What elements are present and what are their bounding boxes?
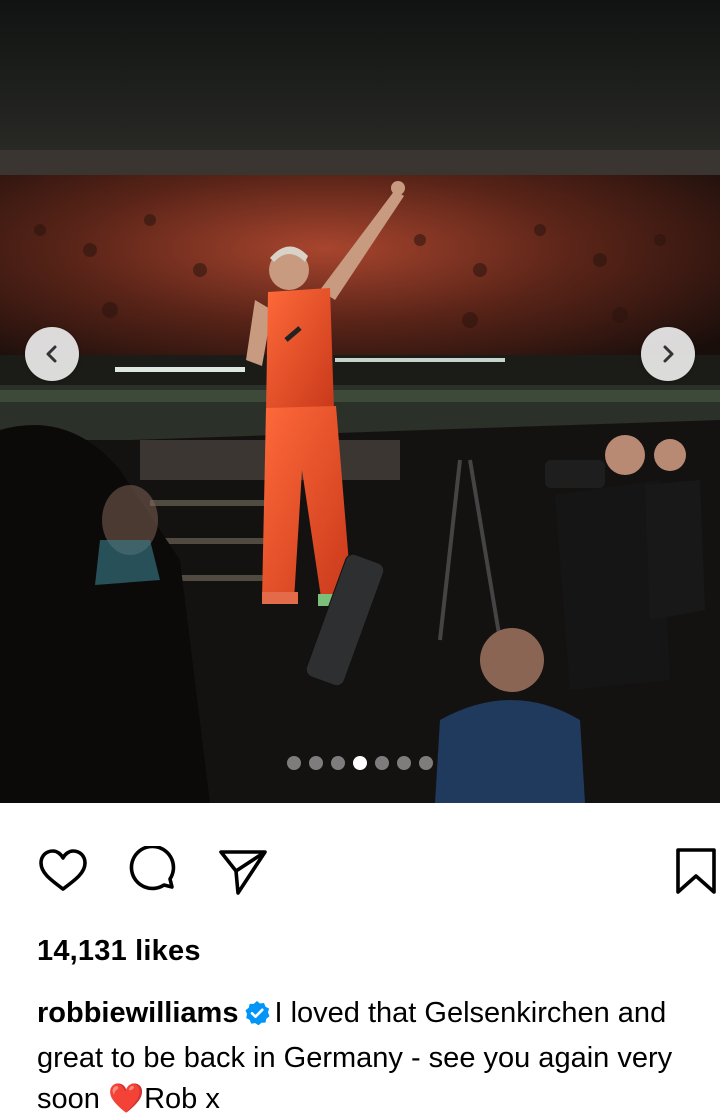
carousel-dot — [397, 756, 411, 770]
heart-icon — [39, 849, 87, 891]
caption-username[interactable]: robbiewilliams — [37, 997, 238, 1029]
carousel-dot-active — [353, 756, 367, 770]
send-icon — [219, 850, 267, 895]
post-action-bar — [0, 846, 720, 898]
carousel-dot — [419, 756, 433, 770]
bookmark-icon — [676, 848, 716, 894]
next-image-button[interactable] — [641, 327, 695, 381]
share-button[interactable] — [217, 846, 269, 898]
like-button[interactable] — [37, 846, 89, 898]
comment-icon — [129, 846, 176, 891]
chevron-right-icon — [663, 345, 674, 363]
carousel-dot — [309, 756, 323, 770]
heart-emoji: ❤️ — [107, 1083, 145, 1115]
concert-photo — [0, 0, 720, 803]
post-media[interactable] — [0, 0, 720, 803]
save-button[interactable] — [670, 846, 720, 898]
likes-count[interactable]: 14,131 likes — [37, 935, 201, 968]
post-caption: robbiewilliams I loved that Gelsenkirche… — [37, 993, 717, 1120]
chevron-left-icon — [46, 345, 57, 363]
carousel-dot — [331, 756, 345, 770]
previous-image-button[interactable] — [25, 327, 79, 381]
caption-signoff: Rob x — [144, 1083, 220, 1115]
verified-badge-icon — [244, 997, 270, 1038]
carousel-dot — [287, 756, 301, 770]
carousel-dot — [375, 756, 389, 770]
comment-button[interactable] — [127, 846, 179, 898]
carousel-indicator — [0, 756, 720, 770]
